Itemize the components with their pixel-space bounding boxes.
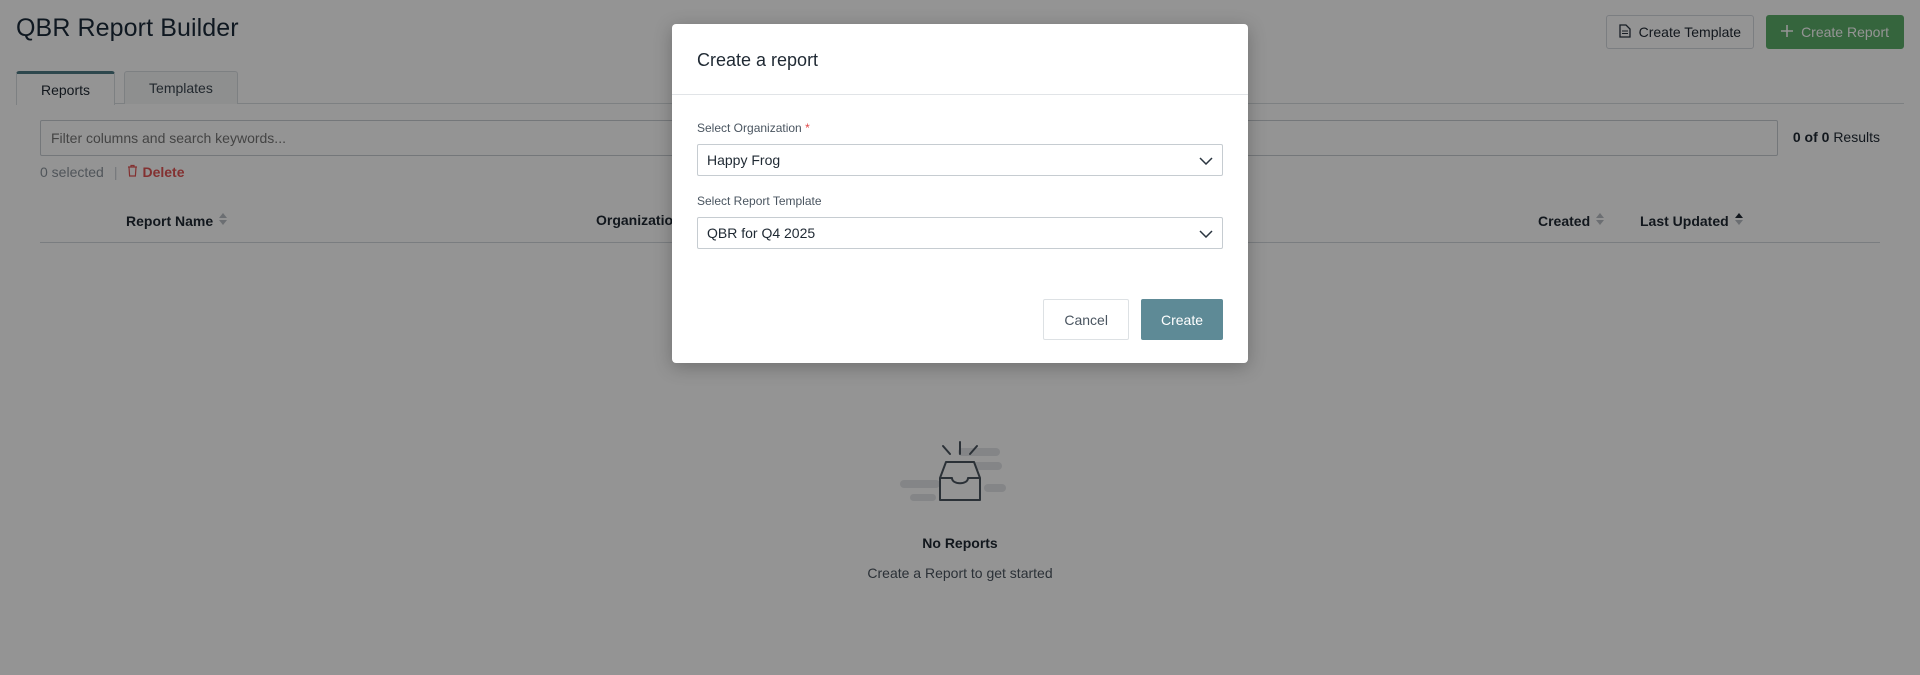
chevron-down-icon (1199, 225, 1213, 241)
template-label: Select Report Template (697, 194, 822, 208)
modal-body: Select Organization * Happy Frog Select … (672, 121, 1248, 249)
organization-select[interactable]: Happy Frog (697, 144, 1223, 176)
org-label-text: Select Organization (697, 121, 802, 135)
modal-footer: Cancel Create (1043, 299, 1223, 340)
create-button[interactable]: Create (1140, 299, 1223, 340)
create-report-modal: Create a report Select Organization * Ha… (672, 24, 1248, 363)
org-label: Select Organization * (697, 121, 1223, 135)
chevron-down-icon (1199, 152, 1213, 168)
modal-title: Create a report (672, 24, 1248, 95)
organization-value: Happy Frog (707, 152, 781, 168)
cancel-button[interactable]: Cancel (1043, 299, 1129, 340)
template-select[interactable]: QBR for Q4 2025 (697, 217, 1223, 249)
template-value: QBR for Q4 2025 (707, 225, 816, 241)
required-mark: * (805, 121, 810, 135)
